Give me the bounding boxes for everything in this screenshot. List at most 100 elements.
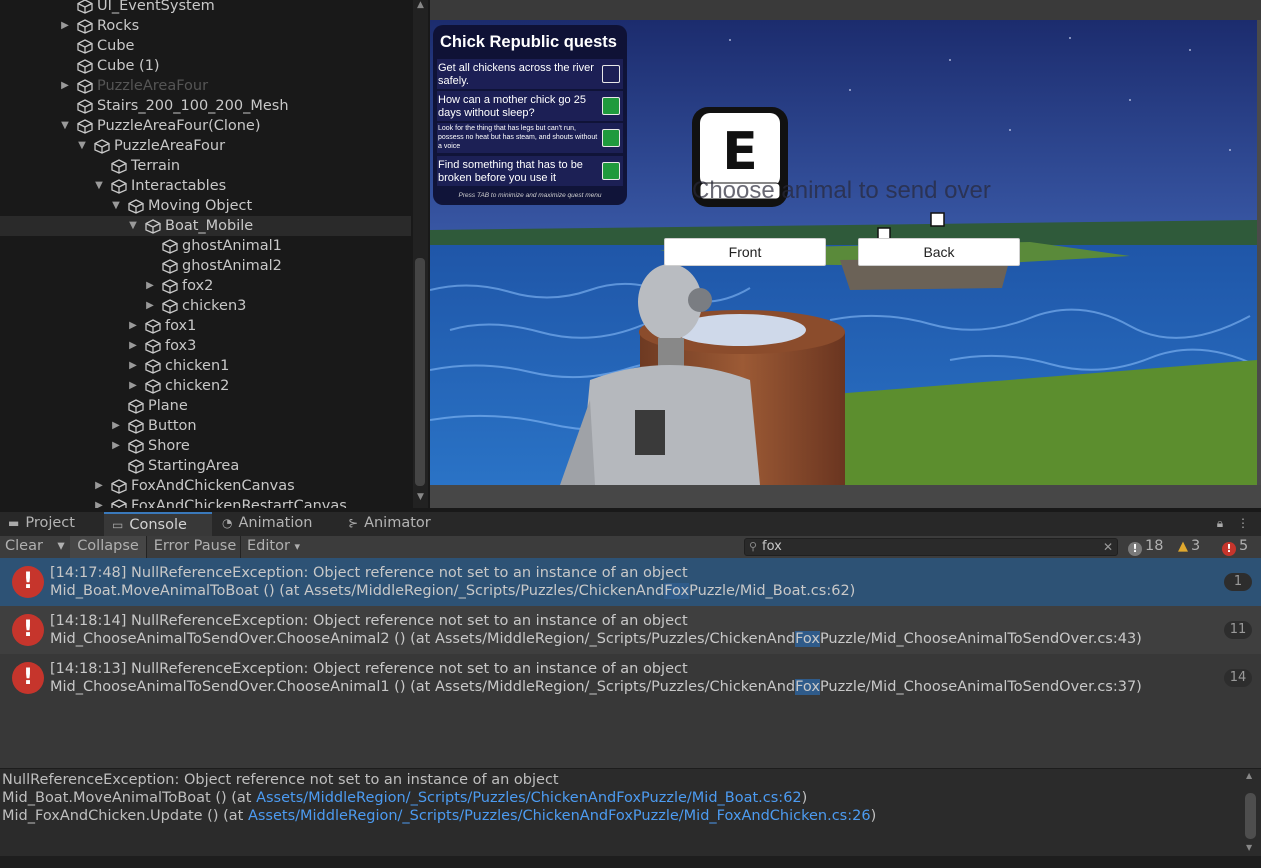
log-count-badge: 14	[1224, 669, 1252, 687]
collapse-arrow-icon[interactable]: ▶	[144, 296, 156, 316]
hierarchy-item[interactable]: ghostAnimal2	[0, 256, 411, 276]
hierarchy-item-label: Button	[148, 418, 197, 434]
search-input[interactable]: ⚲ fox ✕	[744, 538, 1118, 556]
collapse-toggle[interactable]: Collapse	[70, 536, 147, 558]
search-highlight: Fox	[795, 679, 820, 695]
hierarchy-item[interactable]: ▶ Button	[0, 416, 411, 436]
hierarchy-item[interactable]: Terrain	[0, 156, 411, 176]
hierarchy-item[interactable]: StartingArea	[0, 456, 411, 476]
gameobject-cube-icon	[145, 359, 161, 374]
collapse-arrow-icon[interactable]: ▶	[59, 76, 71, 96]
hierarchy-item[interactable]: Cube (1)	[0, 56, 411, 76]
gameobject-cube-icon	[145, 339, 161, 354]
warning-count-toggle[interactable]: ▲ 3	[1178, 536, 1200, 558]
hierarchy-item[interactable]: ▼ Moving Object	[0, 196, 411, 216]
gameobject-cube-icon	[111, 159, 127, 174]
quest-text: Find something that has to be broken bef…	[438, 159, 583, 184]
gameobject-cube-icon	[145, 319, 161, 334]
info-count-toggle[interactable]: ! 18	[1128, 536, 1163, 558]
collapse-arrow-icon[interactable]: ▶	[127, 316, 139, 336]
tab-animator[interactable]: ⊱ Animator	[340, 512, 440, 536]
collapse-arrow-icon[interactable]: ▶	[127, 336, 139, 356]
hierarchy-item[interactable]: ▶ fox3	[0, 336, 411, 356]
front-button[interactable]: Front	[664, 238, 826, 266]
stack-frame-text: Mid_Boat.MoveAnimalToBoat () (at	[2, 790, 257, 806]
lock-icon[interactable]: 🔒︎	[1217, 516, 1223, 530]
hierarchy-item[interactable]: Stairs_200_100_200_Mesh	[0, 96, 411, 116]
scrollbar-thumb[interactable]	[1245, 793, 1256, 839]
collapse-arrow-icon[interactable]: ▶	[144, 276, 156, 296]
hierarchy-item-label: Cube (1)	[97, 58, 160, 74]
collapse-arrow-icon[interactable]: ▶	[59, 16, 71, 36]
collapse-arrow-icon[interactable]: ▶	[93, 476, 105, 496]
clear-dropdown-icon[interactable]: ▾	[52, 536, 71, 558]
hierarchy-item[interactable]: ghostAnimal1	[0, 236, 411, 256]
hierarchy-item[interactable]: ▶ chicken3	[0, 296, 411, 316]
scroll-up-arrow-icon[interactable]: ▲	[413, 0, 428, 10]
scroll-down-arrow-icon[interactable]: ▼	[413, 492, 428, 502]
tab-console[interactable]: ▭ Console	[104, 512, 212, 536]
collapse-arrow-icon[interactable]: ▶	[127, 356, 139, 376]
clear-button[interactable]: Clear	[5, 536, 43, 558]
expand-arrow-icon[interactable]: ▼	[127, 216, 139, 236]
collapse-arrow-icon[interactable]: ▶	[127, 376, 139, 396]
hierarchy-item[interactable]: ▼ PuzzleAreaFour(Clone)	[0, 116, 411, 136]
hierarchy-item[interactable]: Cube	[0, 36, 411, 56]
clear-search-icon[interactable]: ✕	[1103, 539, 1113, 555]
hierarchy-item-label: Stairs_200_100_200_Mesh	[97, 98, 289, 114]
expand-arrow-icon[interactable]: ▼	[76, 136, 88, 156]
hierarchy-item-label: Rocks	[97, 18, 140, 34]
error-pause-label: Error Pause	[153, 538, 237, 554]
hierarchy-item[interactable]: ▶ chicken1	[0, 356, 411, 376]
game-scene[interactable]: Chick Republic quests Get all chickens a…	[430, 20, 1257, 485]
tab-project[interactable]: ▬ Project	[0, 512, 100, 536]
back-button[interactable]: Back	[858, 238, 1020, 266]
log-message: [14:18:14] NullReferenceException: Objec…	[50, 613, 688, 629]
hierarchy-item[interactable]: ▶ fox1	[0, 316, 411, 336]
collapse-arrow-icon[interactable]: ▶	[110, 436, 122, 456]
hierarchy-item[interactable]: ▶ PuzzleAreaFour	[0, 76, 411, 96]
scroll-down-arrow-icon[interactable]: ▼	[1246, 843, 1252, 852]
stack-frame-link[interactable]: Assets/MiddleRegion/_Scripts/Puzzles/Chi…	[248, 808, 871, 824]
log-entry[interactable]: ! [14:18:14] NullReferenceException: Obje…	[0, 606, 1261, 654]
hierarchy-item[interactable]: UI_EventSystem	[0, 0, 411, 16]
collapse-arrow-icon[interactable]: ▶	[110, 416, 122, 436]
tab-label: Project	[25, 515, 75, 531]
hierarchy-item[interactable]: ▶ Rocks	[0, 16, 411, 36]
search-highlight: Fox	[664, 583, 690, 599]
hierarchy-item[interactable]: ▶ Shore	[0, 436, 411, 456]
hierarchy-item[interactable]: Plane	[0, 396, 411, 416]
hierarchy-item[interactable]: ▶ chicken2	[0, 376, 411, 396]
hierarchy-panel: UI_EventSystem ▶ Rocks Cube Cube (1) ▶ PuzzleA…	[0, 0, 428, 508]
hierarchy-item-label: Moving Object	[148, 198, 253, 214]
gameobject-cube-icon	[77, 119, 93, 134]
error-pause-toggle[interactable]: Error Pause	[150, 536, 241, 558]
expand-arrow-icon[interactable]: ▼	[93, 176, 105, 196]
hierarchy-item[interactable]: ▼ PuzzleAreaFour	[0, 136, 411, 156]
log-stack-text: Puzzle/Mid_ChooseAnimalToSendOver.cs:43)	[819, 631, 1142, 647]
hierarchy-scrollbar[interactable]: ▲ ▼	[413, 0, 428, 508]
scrollbar-thumb[interactable]	[415, 258, 425, 486]
log-entry[interactable]: ! [14:17:48] NullReferenceException: Obje…	[0, 558, 1261, 606]
hierarchy-item-label: fox2	[182, 278, 214, 294]
gameobject-cube-icon	[77, 39, 93, 54]
kebab-menu-icon[interactable]: ⋮	[1237, 516, 1249, 530]
hierarchy-item-label: Boat_Mobile	[165, 218, 254, 234]
scroll-up-arrow-icon[interactable]: ▲	[1246, 771, 1252, 780]
hierarchy-item[interactable]: ▶ fox2	[0, 276, 411, 296]
hierarchy-item[interactable]: ▼ Boat_Mobile	[0, 216, 411, 236]
log-entry[interactable]: ! [14:18:13] NullReferenceException: Obje…	[0, 654, 1261, 702]
hierarchy-item[interactable]: ▼ Interactables	[0, 176, 411, 196]
editor-dropdown[interactable]: Editor ▾	[247, 536, 300, 558]
expand-arrow-icon[interactable]: ▼	[110, 196, 122, 216]
stack-frame-link[interactable]: Assets/MiddleRegion/_Scripts/Puzzles/Chi…	[256, 790, 802, 806]
editor-label: Editor	[247, 538, 290, 554]
expand-arrow-icon[interactable]: ▼	[59, 116, 71, 136]
error-count-toggle[interactable]: ! 5	[1222, 536, 1248, 558]
hierarchy-item[interactable]: ▶ FoxAndChickenCanvas	[0, 476, 411, 496]
collapse-arrow-icon[interactable]: ▶	[93, 496, 105, 508]
hierarchy-item[interactable]: ▶ FoxAndChickenRestartCanvas	[0, 496, 411, 508]
log-message: [14:17:48] NullReferenceException: Objec…	[50, 565, 688, 581]
detail-scrollbar[interactable]: ▲ ▼	[1244, 771, 1257, 853]
tab-animation[interactable]: ◔ Animation	[214, 512, 336, 536]
